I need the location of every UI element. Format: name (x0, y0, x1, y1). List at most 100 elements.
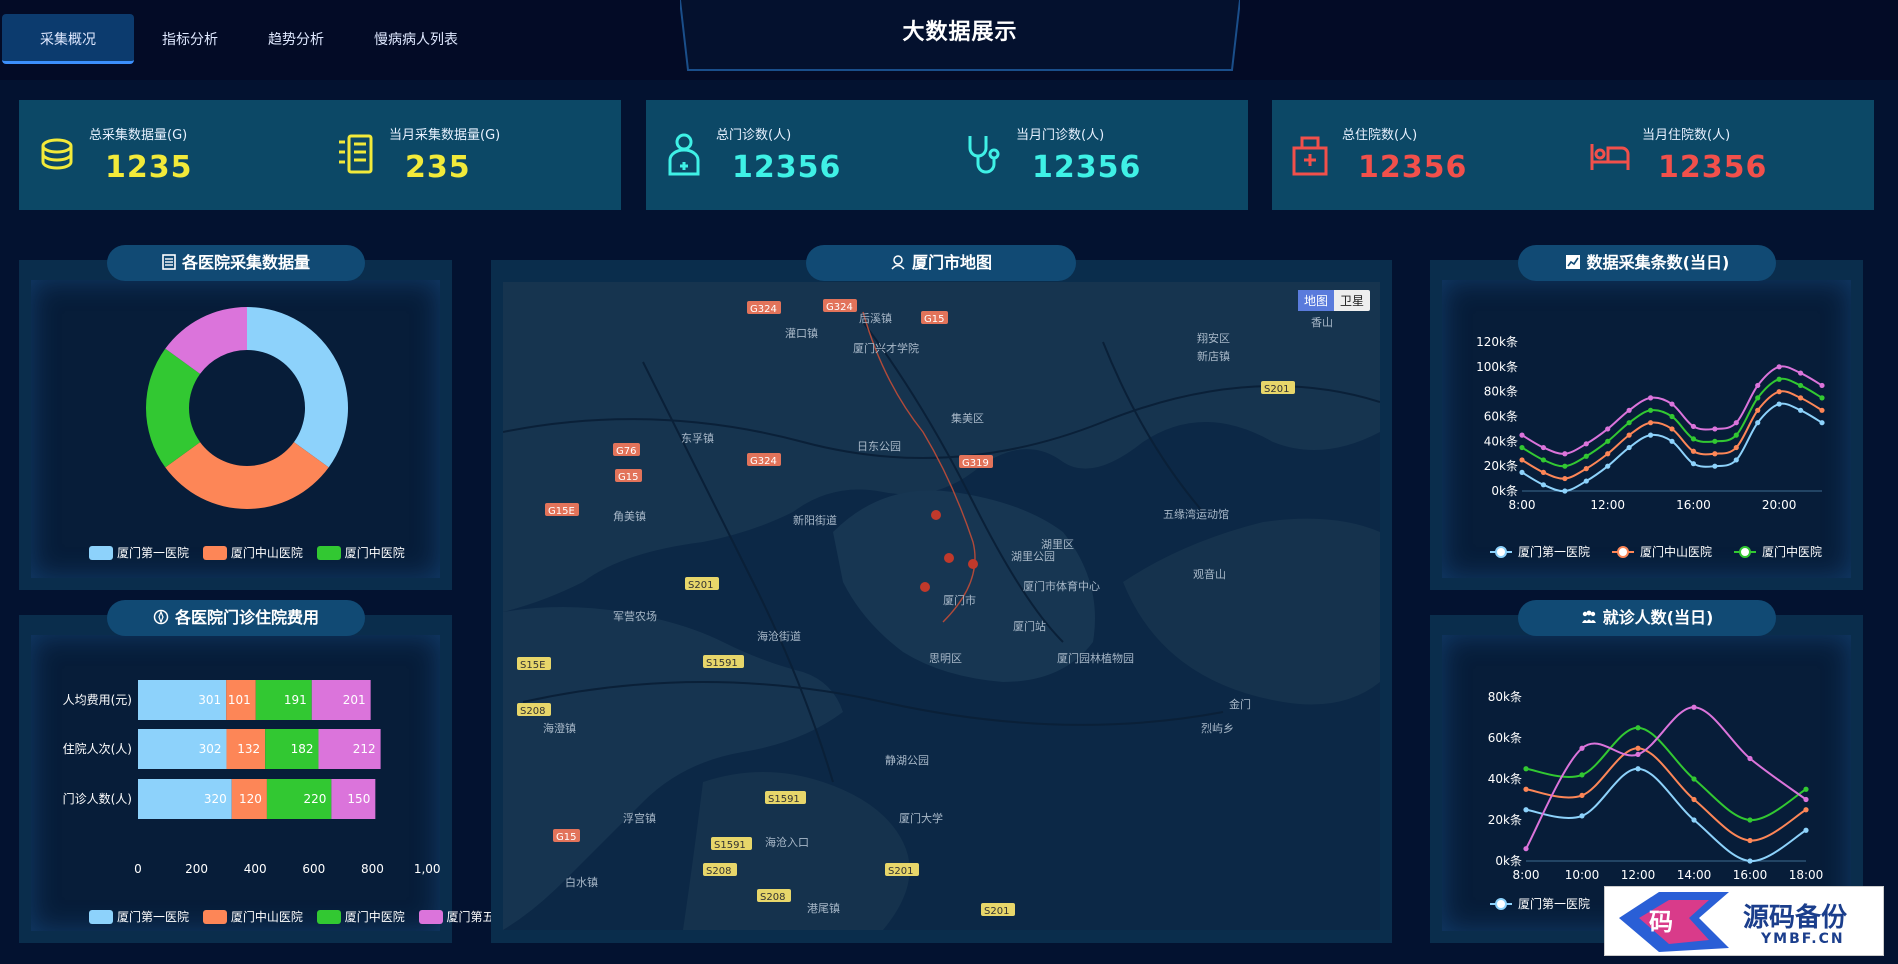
data-point[interactable] (1540, 469, 1547, 475)
data-point[interactable] (1690, 436, 1697, 442)
data-point[interactable] (1776, 364, 1782, 370)
map-marker[interactable] (944, 553, 954, 563)
legend-item[interactable]: 厦门中山医院 (1612, 544, 1712, 559)
legend-item[interactable]: 厦门第一医院 (89, 905, 189, 929)
data-point[interactable] (1579, 745, 1585, 751)
tab-indicators[interactable]: 指标分析 (140, 14, 240, 64)
map-marker[interactable] (931, 510, 941, 520)
data-point[interactable] (1803, 796, 1809, 803)
data-point[interactable] (1519, 457, 1525, 463)
data-point[interactable] (1776, 401, 1782, 407)
data-point[interactable] (1755, 395, 1761, 401)
data-point[interactable] (1712, 426, 1718, 432)
data-point[interactable] (1562, 475, 1568, 482)
data-point[interactable] (1579, 772, 1585, 778)
donut-slice[interactable] (247, 307, 348, 468)
data-point[interactable] (1523, 786, 1529, 792)
data-point[interactable] (1690, 423, 1697, 430)
legend-item[interactable]: 厦门中医院 (316, 905, 405, 929)
data-point[interactable] (1523, 846, 1529, 852)
donut-slice[interactable] (165, 442, 329, 509)
data-point[interactable] (1733, 444, 1739, 451)
data-point[interactable] (1579, 792, 1585, 798)
data-point[interactable] (1605, 426, 1611, 432)
data-point[interactable] (1523, 807, 1529, 813)
map-type-map-button[interactable]: 地图 (1297, 290, 1334, 311)
legend-item[interactable]: 厦门第一医院 (89, 544, 189, 561)
map-view[interactable]: 后溪镇 灌口镇 厦门兴才学院 G324 G324 G15 集美区 东孚镇 日东公园 G324 G31… (503, 282, 1380, 930)
data-point[interactable] (1747, 817, 1753, 823)
data-point[interactable] (1803, 827, 1809, 833)
data-point[interactable] (1755, 382, 1761, 389)
tab-trends[interactable]: 趋势分析 (246, 14, 346, 64)
data-point[interactable] (1605, 438, 1611, 444)
map-marker[interactable] (920, 582, 930, 592)
legend-item[interactable]: 厦门中山医院 (202, 905, 303, 929)
data-point[interactable] (1579, 813, 1585, 819)
data-point[interactable] (1583, 441, 1589, 447)
data-point[interactable] (1797, 407, 1804, 413)
data-point[interactable] (1540, 444, 1547, 451)
data-point[interactable] (1803, 786, 1809, 792)
data-point[interactable] (1747, 858, 1753, 864)
data-point[interactable] (1523, 766, 1529, 772)
data-point[interactable] (1647, 432, 1654, 438)
data-point[interactable] (1669, 401, 1675, 407)
data-point[interactable] (1669, 438, 1675, 444)
legend-item[interactable]: 厦门中医院 (1734, 544, 1822, 559)
data-point[interactable] (1803, 807, 1809, 813)
data-point[interactable] (1776, 389, 1782, 395)
data-point[interactable] (1819, 395, 1825, 401)
data-point[interactable] (1669, 426, 1675, 432)
data-point[interactable] (1540, 457, 1547, 463)
data-point[interactable] (1690, 461, 1697, 467)
data-point[interactable] (1691, 817, 1697, 823)
data-point[interactable] (1755, 420, 1761, 426)
data-point[interactable] (1540, 482, 1547, 488)
data-point[interactable] (1583, 453, 1589, 459)
data-point[interactable] (1519, 469, 1525, 475)
data-point[interactable] (1819, 420, 1825, 426)
map-type-satellite-button[interactable]: 卫星 (1334, 290, 1370, 311)
data-point[interactable] (1776, 376, 1782, 382)
map-canvas[interactable]: 后溪镇灌口镇厦门兴才学院 G324 G324 G15 集美区东孚镇日东公园 G324 G31… (503, 282, 1380, 930)
data-point[interactable] (1519, 444, 1525, 451)
map-marker[interactable] (968, 559, 978, 569)
data-point[interactable] (1635, 745, 1641, 751)
data-point[interactable] (1755, 407, 1761, 413)
data-point[interactable] (1647, 420, 1654, 426)
series-line[interactable] (1525, 747, 1807, 842)
data-point[interactable] (1626, 420, 1632, 426)
data-point[interactable] (1712, 438, 1718, 444)
data-point[interactable] (1583, 478, 1589, 484)
tab-chronic-patients[interactable]: 慢病病人列表 (352, 14, 480, 64)
data-point[interactable] (1747, 837, 1753, 844)
data-point[interactable] (1691, 776, 1697, 782)
data-point[interactable] (1605, 451, 1611, 457)
data-point[interactable] (1733, 457, 1739, 463)
data-point[interactable] (1733, 420, 1739, 426)
data-point[interactable] (1635, 751, 1641, 757)
data-point[interactable] (1647, 395, 1654, 401)
data-point[interactable] (1519, 432, 1525, 438)
data-point[interactable] (1797, 382, 1804, 389)
data-point[interactable] (1647, 407, 1654, 413)
data-point[interactable] (1583, 466, 1589, 472)
tab-overview[interactable]: 采集概况 (2, 14, 134, 64)
data-point[interactable] (1562, 463, 1568, 469)
data-point[interactable] (1690, 448, 1697, 454)
legend-item[interactable]: 厦门中医院 (316, 544, 405, 561)
legend-item[interactable]: 厦门第一医院 (1490, 896, 1590, 911)
legend-item[interactable]: 厦门中山医院 (202, 544, 303, 561)
data-point[interactable] (1562, 488, 1568, 494)
data-point[interactable] (1747, 755, 1753, 762)
data-point[interactable] (1712, 451, 1718, 457)
data-point[interactable] (1635, 725, 1641, 731)
data-point[interactable] (1691, 796, 1697, 803)
data-point[interactable] (1691, 704, 1697, 710)
data-point[interactable] (1669, 413, 1675, 420)
data-point[interactable] (1605, 463, 1611, 469)
data-point[interactable] (1626, 432, 1632, 438)
data-point[interactable] (1733, 432, 1739, 438)
data-point[interactable] (1626, 444, 1632, 451)
